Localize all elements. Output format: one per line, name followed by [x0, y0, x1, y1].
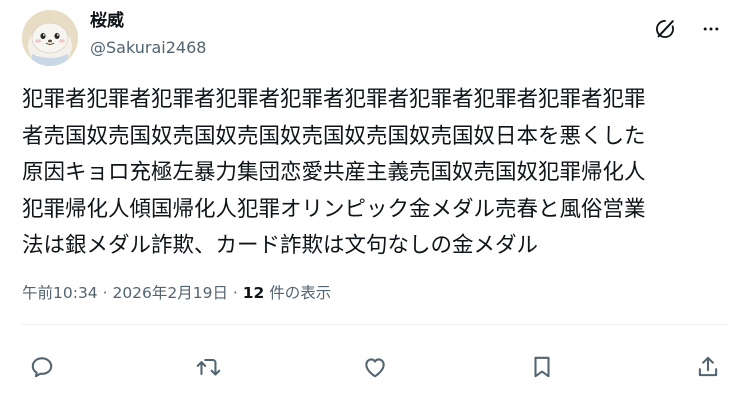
tweet-meta: 午前10:34 · 2026年2月19日 · 12 件の表示	[22, 282, 331, 304]
tweet-time[interactable]: 午前10:34	[22, 284, 98, 302]
divider	[22, 324, 728, 325]
tweet-date[interactable]: 2026年2月19日	[112, 284, 228, 302]
reply-icon	[31, 357, 53, 378]
views-count: 12	[242, 284, 265, 302]
tweet-text: 犯罪者犯罪者犯罪者犯罪者犯罪者犯罪者犯罪者犯罪者犯罪者犯罪 者売国奴売国奴売国奴…	[22, 87, 646, 258]
author-handle[interactable]: @Sakurai2468	[90, 37, 206, 59]
meta-separator: ·	[97, 284, 113, 302]
author-display-name[interactable]: 桜威	[90, 10, 206, 32]
share-icon	[698, 356, 718, 377]
like-button[interactable]	[355, 348, 395, 386]
grok-icon	[656, 20, 674, 38]
retweet-icon	[196, 358, 220, 376]
share-button[interactable]	[688, 348, 728, 386]
reply-button[interactable]	[22, 348, 62, 386]
like-icon	[365, 358, 385, 378]
avatar[interactable]	[22, 10, 78, 66]
more-button[interactable]	[694, 12, 728, 46]
tweet: 桜威 @Sakurai2468 犯罪者犯罪者犯罪者犯罪者犯罪者犯罪者犯罪者犯罪者…	[0, 0, 746, 401]
bookmark-icon	[533, 356, 550, 378]
avatar-seal-image	[22, 10, 78, 66]
meta-separator: ·	[227, 284, 243, 302]
author-block: 桜威 @Sakurai2468	[90, 10, 206, 59]
tweet-header: 桜威 @Sakurai2468	[22, 8, 728, 66]
views-label: 件の表示	[264, 284, 332, 302]
grok-button[interactable]	[648, 12, 682, 46]
retweet-button[interactable]	[189, 348, 229, 386]
more-icon	[703, 27, 719, 31]
action-bar	[22, 348, 728, 386]
header-actions	[648, 12, 728, 46]
bookmark-button[interactable]	[522, 348, 562, 386]
